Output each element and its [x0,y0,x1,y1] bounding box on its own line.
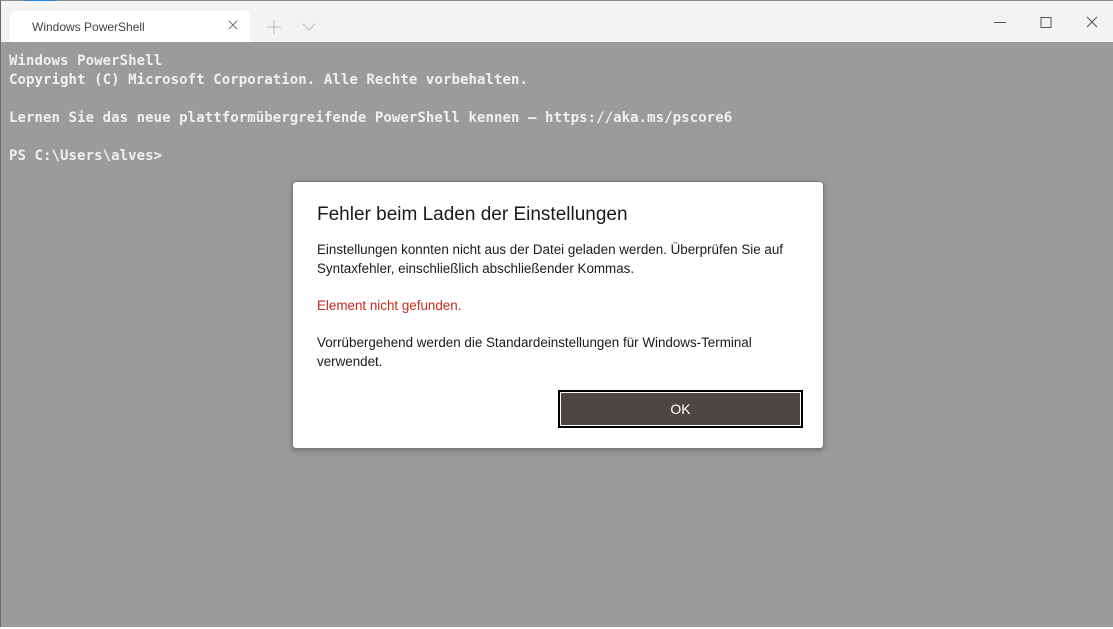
chevron-down-icon[interactable] [298,16,320,38]
terminal-line: Lernen Sie das neue plattformübergreifen… [9,110,733,126]
tab-windows-powershell[interactable]: Windows PowerShell [10,11,250,42]
dialog-fallback-message: Vorrübergehend werden die Standardeinste… [317,335,752,369]
title-bar[interactable]: Windows PowerShell [1,1,1113,42]
ok-button[interactable]: OK [558,390,803,428]
plus-icon[interactable] [263,16,285,38]
dialog-title: Fehler beim Laden der Einstellungen [317,204,628,225]
tab-title: Windows PowerShell [32,20,145,34]
dialog-message: Einstellungen konnten nicht aus der Date… [317,242,784,276]
minimize-icon[interactable] [986,9,1014,37]
window-close-icon[interactable] [1078,9,1106,37]
settings-error-dialog: Fehler beim Laden der Einstellungen Eins… [292,181,824,449]
terminal-line: Copyright (C) Microsoft Corporation. All… [9,72,529,88]
dialog-error-message: Element nicht gefunden. [317,298,462,313]
ok-button-label: OK [561,393,800,425]
terminal-line: Windows PowerShell [9,53,163,69]
close-icon[interactable] [224,16,242,34]
maximize-icon[interactable] [1032,9,1060,37]
terminal-window: Windows PowerShell Windows PowerShell Co… [0,0,1113,629]
terminal-prompt: PS C:\Users\alves> [9,148,163,164]
